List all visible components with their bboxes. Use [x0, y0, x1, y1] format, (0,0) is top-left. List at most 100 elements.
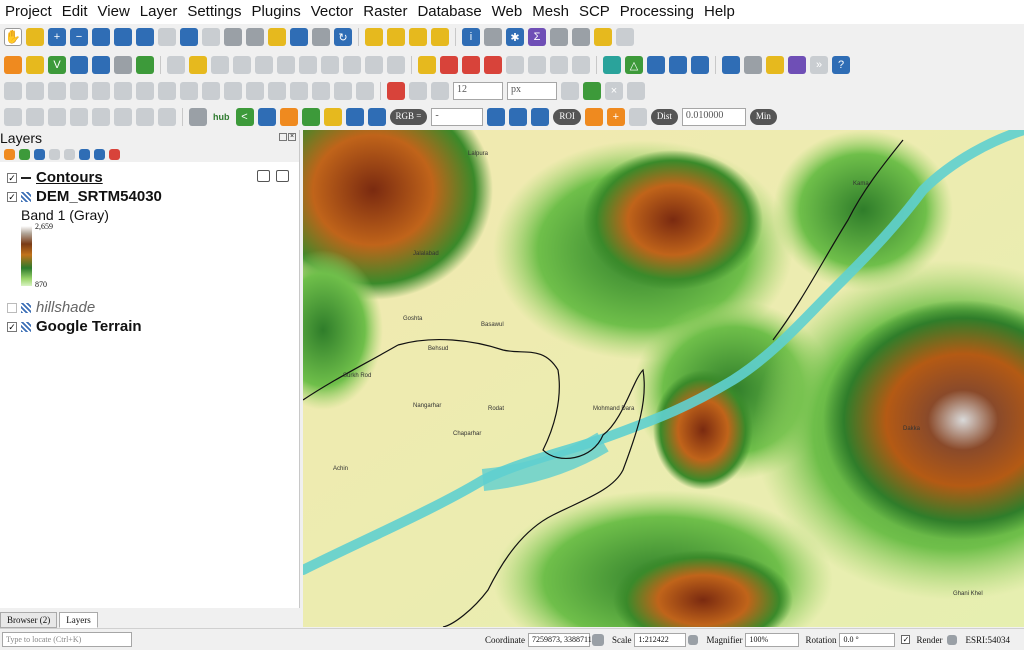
- add-wms-layer-icon[interactable]: [92, 56, 110, 74]
- split-parts-icon[interactable]: [268, 82, 286, 100]
- scp-zoom-icon[interactable]: [367, 108, 386, 126]
- zoom-layer-icon[interactable]: [136, 28, 154, 46]
- font-size-field[interactable]: 12: [453, 82, 503, 100]
- layer-filter-icon[interactable]: [276, 170, 289, 182]
- add-ring-icon[interactable]: [92, 82, 110, 100]
- field-calculator-icon[interactable]: [550, 28, 568, 46]
- zoom-last-icon[interactable]: [180, 28, 198, 46]
- label-move-icon[interactable]: [484, 56, 502, 74]
- quickmap-icon[interactable]: [691, 56, 709, 74]
- refresh-icon[interactable]: ↻: [334, 28, 352, 46]
- band-set-icon[interactable]: [323, 108, 342, 126]
- share-icon[interactable]: <: [235, 108, 254, 126]
- layer-visibility-checkbox[interactable]: ✓: [7, 191, 17, 202]
- deselect-icon[interactable]: [409, 28, 427, 46]
- snap-intersection-icon[interactable]: ×: [605, 82, 623, 100]
- rotate-point-icon[interactable]: [334, 82, 352, 100]
- map-tips-icon[interactable]: [594, 28, 612, 46]
- layer-row-dem[interactable]: ✓ DEM_SRTM54030: [0, 187, 299, 206]
- zoom-native-icon[interactable]: [158, 28, 176, 46]
- scp-classify-icon[interactable]: [509, 108, 528, 126]
- attribute-table-icon[interactable]: [484, 28, 502, 46]
- delete-selected-icon[interactable]: [277, 56, 295, 74]
- menu-raster[interactable]: Raster: [358, 0, 412, 24]
- help-icon[interactable]: ?: [832, 56, 850, 74]
- grid-edit-icon[interactable]: [114, 108, 132, 126]
- dist-field[interactable]: 0.010000: [681, 108, 746, 126]
- font-icon[interactable]: [431, 82, 449, 100]
- settings-gear-icon[interactable]: ✱: [506, 28, 524, 46]
- rgb-select[interactable]: -: [431, 108, 484, 126]
- filter-expression-icon[interactable]: [64, 148, 75, 160]
- menu-web[interactable]: Web: [487, 0, 528, 24]
- merge-attributes-icon[interactable]: [312, 82, 330, 100]
- magnet-snapping-icon[interactable]: [387, 82, 405, 100]
- vertex-tool-icon[interactable]: [255, 56, 273, 74]
- font-unit-select[interactable]: px: [507, 82, 557, 100]
- qgis-hub-icon[interactable]: hub: [213, 112, 230, 122]
- globe-icon[interactable]: [669, 56, 687, 74]
- label-show-icon[interactable]: [462, 56, 480, 74]
- new-bookmark-icon[interactable]: [268, 28, 286, 46]
- label-tool-icon[interactable]: [418, 56, 436, 74]
- toggle-editing-pencil-icon[interactable]: [167, 56, 185, 74]
- filter-legend-icon[interactable]: [49, 148, 60, 160]
- pan-hand-icon[interactable]: ✋: [4, 28, 22, 46]
- delete-part-icon[interactable]: [180, 82, 198, 100]
- menu-edit[interactable]: Edit: [57, 0, 93, 24]
- text-annotation-icon[interactable]: [616, 28, 634, 46]
- more-tools-chevron-icon[interactable]: »: [810, 56, 828, 74]
- statistics-sigma-icon[interactable]: Σ: [528, 28, 546, 46]
- plugin-tool-icon[interactable]: [766, 56, 784, 74]
- redo-icon[interactable]: [387, 56, 405, 74]
- render-checkbox[interactable]: ✓: [901, 635, 911, 644]
- layer-row-hillshade[interactable]: hillshade: [0, 298, 299, 317]
- zoom-out-icon[interactable]: −: [70, 28, 88, 46]
- layer-notes-icon[interactable]: [257, 170, 270, 182]
- tab-layers[interactable]: Layers: [59, 612, 98, 628]
- vector-edit-icon[interactable]: [26, 82, 44, 100]
- trim-extend-icon[interactable]: [356, 82, 374, 100]
- offset-curve-icon[interactable]: [224, 82, 242, 100]
- pan-to-selection-icon[interactable]: [26, 28, 44, 46]
- grid-layer-icon[interactable]: [114, 56, 132, 74]
- python-console-icon[interactable]: [722, 56, 740, 74]
- reshape-icon[interactable]: [202, 82, 220, 100]
- manage-themes-icon[interactable]: [34, 148, 45, 160]
- menu-mesh[interactable]: Mesh: [527, 0, 574, 24]
- style-panel-icon[interactable]: [4, 148, 15, 160]
- locator-search-input[interactable]: Type to locate (Ctrl+K): [2, 632, 132, 647]
- paste-icon[interactable]: [343, 56, 361, 74]
- layer-row-google-terrain[interactable]: ✓ Google Terrain: [0, 317, 299, 336]
- cut-icon[interactable]: [299, 56, 317, 74]
- raster-calc-icon[interactable]: [136, 108, 154, 126]
- label-props-icon[interactable]: [572, 56, 590, 74]
- digitizing-icon[interactable]: [26, 56, 44, 74]
- menu-settings[interactable]: Settings: [182, 0, 246, 24]
- roi-draw-icon[interactable]: [584, 108, 603, 126]
- menu-plugins[interactable]: Plugins: [247, 0, 306, 24]
- identify-icon[interactable]: i: [462, 28, 480, 46]
- new-map-view-icon[interactable]: [224, 28, 242, 46]
- copy-icon[interactable]: [321, 56, 339, 74]
- layer-visibility-checkbox[interactable]: ✓: [7, 172, 17, 183]
- mesh-icon[interactable]: [4, 82, 22, 100]
- new-3d-view-icon[interactable]: [246, 28, 264, 46]
- vector-tool-icon[interactable]: [158, 108, 176, 126]
- temporal-controller-icon[interactable]: [312, 28, 330, 46]
- crs-label[interactable]: ESRI:54034: [965, 635, 1010, 645]
- new-shapefile-icon[interactable]: [136, 56, 154, 74]
- crs-globe-icon[interactable]: [947, 634, 958, 645]
- scp-dock-icon[interactable]: [279, 108, 298, 126]
- rotate-feature-icon[interactable]: [48, 82, 66, 100]
- open-project-icon[interactable]: [4, 56, 22, 74]
- menu-vector[interactable]: Vector: [306, 0, 359, 24]
- magnifier-field[interactable]: 100%: [745, 632, 800, 647]
- remove-layer-icon[interactable]: [109, 148, 120, 160]
- show-bookmarks-icon[interactable]: [290, 28, 308, 46]
- undo-icon[interactable]: [365, 56, 383, 74]
- label-pin-icon[interactable]: [440, 56, 458, 74]
- collapse-all-icon[interactable]: [94, 148, 105, 160]
- menu-processing[interactable]: Processing: [615, 0, 699, 24]
- scale-select[interactable]: 1:212422: [634, 632, 687, 647]
